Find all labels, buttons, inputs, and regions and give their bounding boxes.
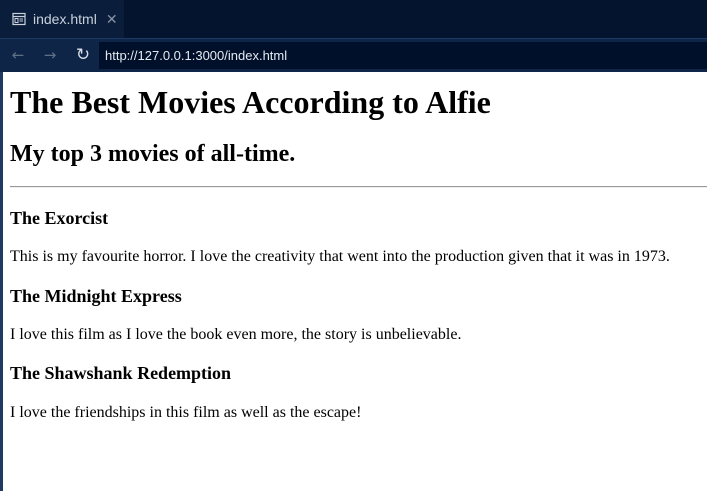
- tab-bar: index.html ✕: [0, 0, 707, 38]
- back-arrow-icon[interactable]: ←: [7, 44, 29, 66]
- forward-arrow-icon[interactable]: →: [39, 44, 61, 66]
- tab-index[interactable]: index.html ✕: [0, 0, 124, 38]
- movie-description: This is my favourite horror. I love the …: [10, 248, 670, 265]
- movie-title: The Midnight Express: [10, 286, 182, 306]
- divider: [10, 186, 707, 188]
- page-icon: [12, 12, 26, 26]
- close-icon[interactable]: ✕: [106, 12, 118, 26]
- reload-icon[interactable]: ↻: [72, 44, 94, 66]
- navigation-bar: ← → ↻ http://127.0.0.1:3000/index.html: [0, 38, 707, 72]
- movie-title: The Exorcist: [10, 208, 109, 228]
- page-title: The Best Movies According to Alfie: [10, 84, 491, 120]
- movie-description: I love this film as I love the book even…: [10, 326, 462, 343]
- page-content: The Best Movies According to Alfie My to…: [3, 72, 707, 491]
- page-subtitle: My top 3 movies of all-time.: [10, 141, 296, 167]
- movie-description: I love the friendships in this film as w…: [10, 404, 362, 421]
- movie-title: The Shawshank Redemption: [10, 363, 232, 383]
- address-bar[interactable]: http://127.0.0.1:3000/index.html: [99, 42, 707, 69]
- tab-title: index.html: [33, 11, 97, 27]
